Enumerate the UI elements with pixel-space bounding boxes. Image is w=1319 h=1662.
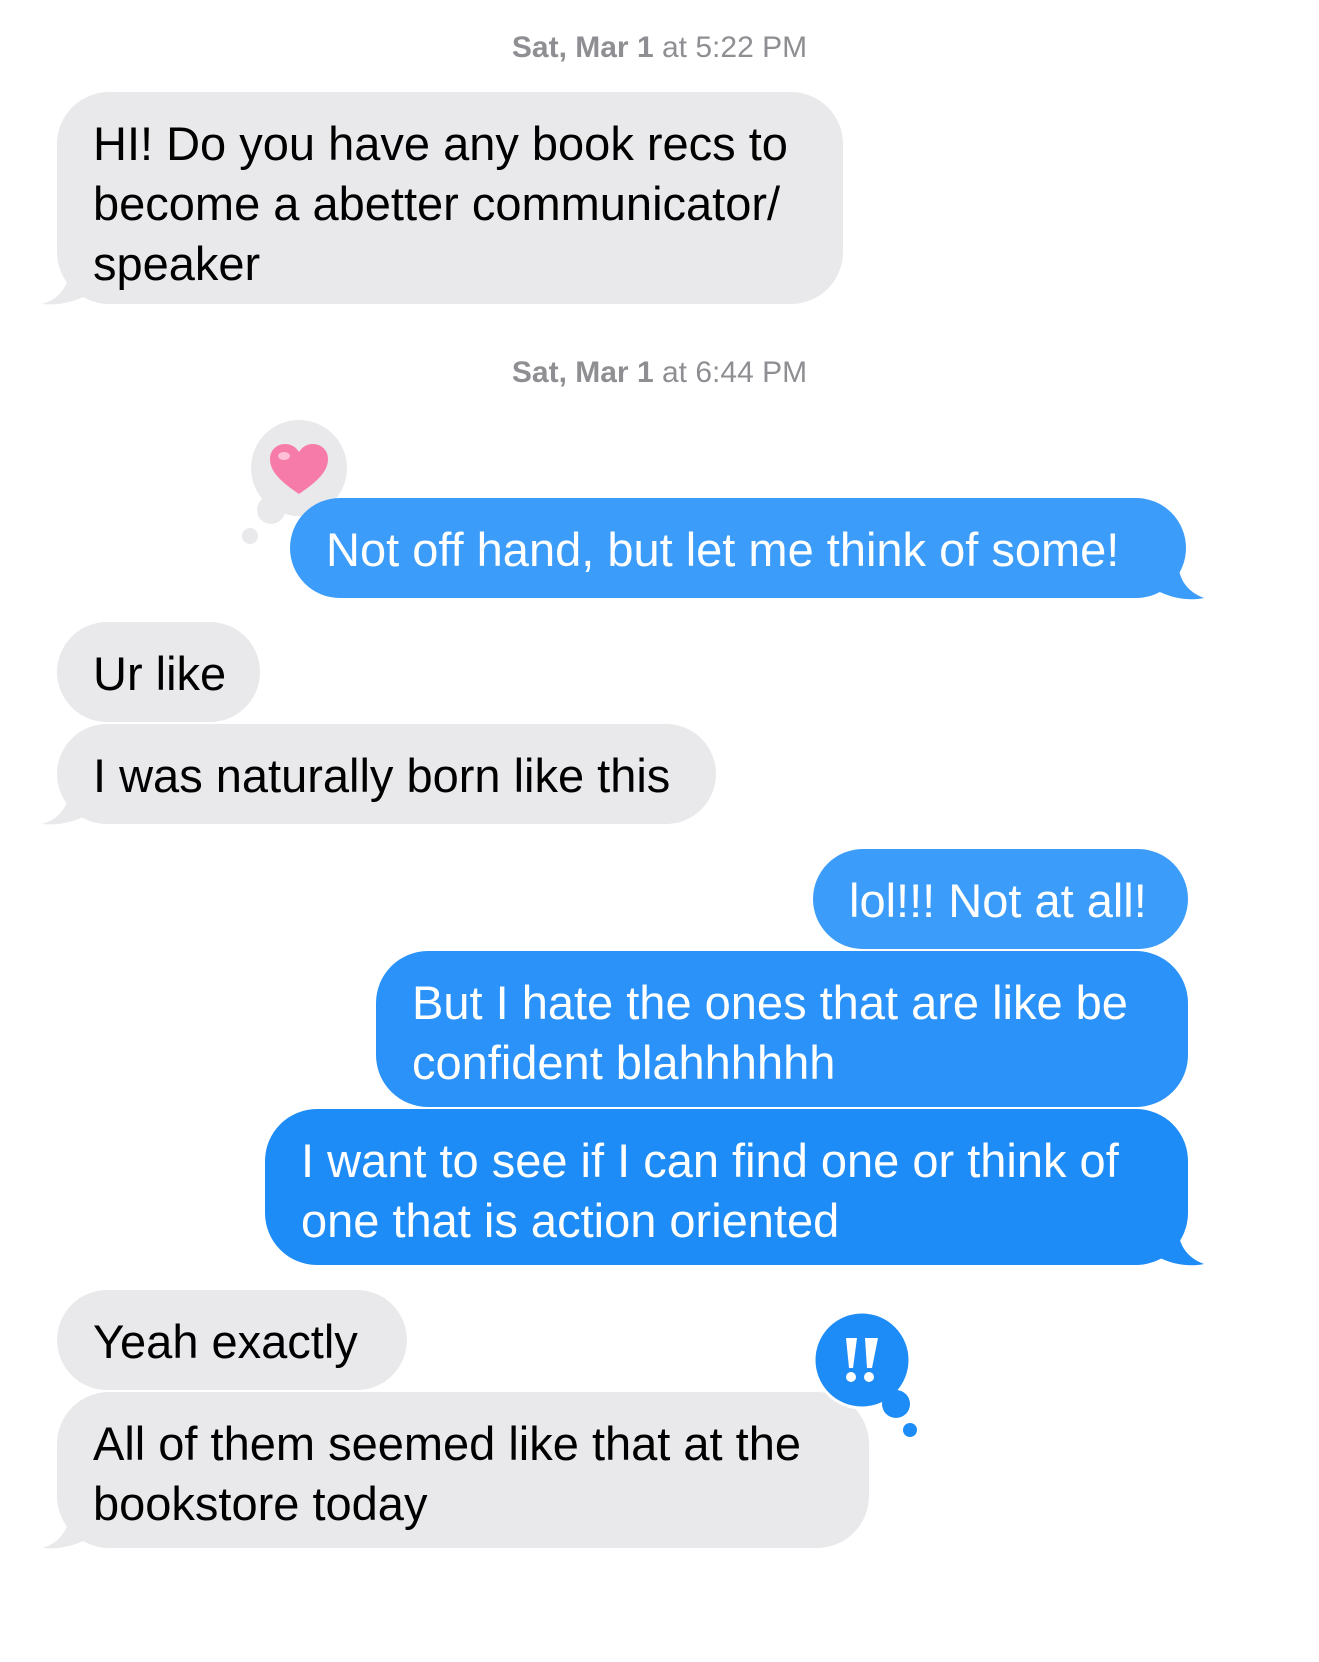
- message-bubble-outgoing[interactable]: Not off hand, but let me think of some!: [290, 498, 1186, 598]
- message-bubble-incoming[interactable]: Ur like: [57, 622, 260, 722]
- message-line: one that is action oriented: [301, 1194, 840, 1247]
- timestamp-day: Sat, Mar 1: [511, 31, 654, 64]
- message-line: become a abetter communicator/: [93, 177, 781, 230]
- message-bubble-outgoing[interactable]: But I hate the ones that are like be con…: [376, 951, 1188, 1107]
- timestamp: Sat, Mar 1 at 6:44 PM: [0, 355, 1319, 391]
- timestamp-at: at: [661, 31, 688, 64]
- timestamp: Sat, Mar 1 at 5:22 PM: [0, 30, 1319, 66]
- message-bubble-incoming[interactable]: HI! Do you have any book recs to become …: [57, 92, 843, 304]
- message-bubble-incoming[interactable]: Yeah exactly: [57, 1290, 407, 1390]
- message-line: HI! Do you have any book recs to: [93, 117, 788, 170]
- message-line: confident blahhhhhh: [412, 1036, 836, 1089]
- message-line: bookstore today: [93, 1477, 428, 1530]
- message-text: Not off hand, but let me think of some!: [326, 523, 1120, 576]
- message-line: speaker: [93, 237, 261, 290]
- message-text: Ur like: [93, 647, 227, 700]
- exclamation-tapback[interactable]: [808, 1308, 924, 1440]
- message-bubble-incoming[interactable]: I was naturally born like this: [57, 724, 716, 824]
- message-line: But I hate the ones that are like be: [412, 976, 1128, 1029]
- timestamp-time: 6:44 PM: [695, 356, 808, 389]
- timestamp-time: 5:22 PM: [695, 31, 808, 64]
- message-text: I was naturally born like this: [93, 749, 671, 802]
- message-bubble-incoming[interactable]: All of them seemed like that at the book…: [57, 1392, 869, 1548]
- message-text: Yeah exactly: [93, 1315, 358, 1368]
- message-bubble-outgoing[interactable]: lol!!! Not at all!: [813, 849, 1188, 949]
- timestamp-day: Sat, Mar 1: [511, 356, 654, 389]
- timestamp-at: at: [661, 356, 688, 389]
- message-line: I want to see if I can find one or think…: [301, 1134, 1119, 1187]
- message-line: All of them seemed like that at the: [93, 1417, 801, 1470]
- message-bubble-outgoing[interactable]: I want to see if I can find one or think…: [265, 1109, 1188, 1265]
- message-text: lol!!! Not at all!: [849, 874, 1147, 927]
